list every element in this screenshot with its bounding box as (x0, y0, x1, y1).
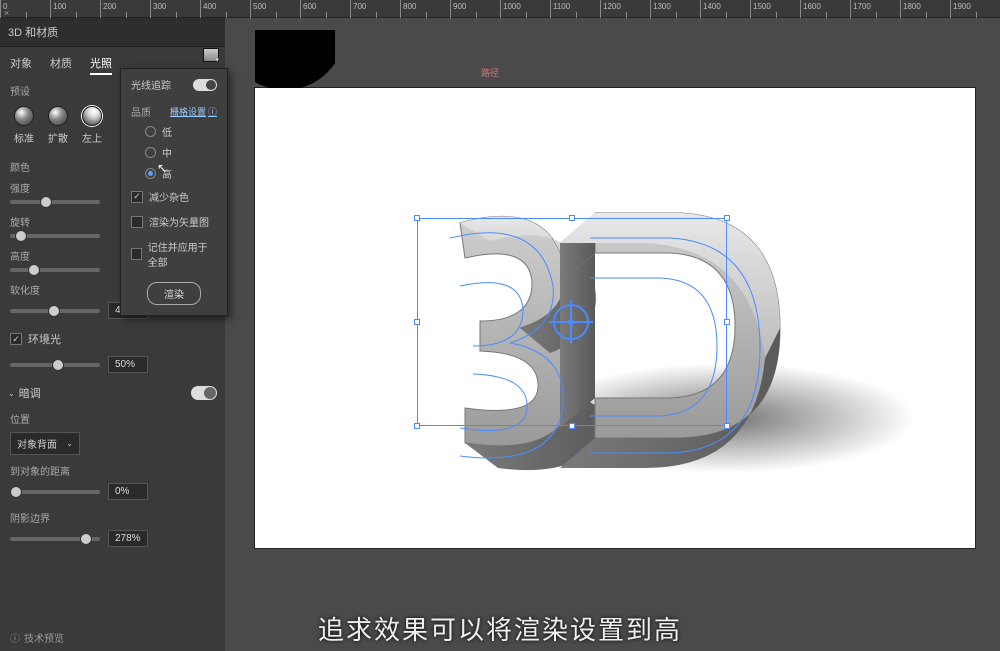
slider-rotation[interactable] (10, 234, 100, 238)
shadows-toggle[interactable] (191, 386, 217, 400)
position-dropdown[interactable]: 对象背面⌄ (10, 432, 80, 455)
render-settings-flyout: 光线追踪 品质栅格设置 ⓘ 低 中 高 ↖ 减少杂色 渲染为矢量图 记住并应用于… (120, 68, 228, 316)
preset-topleft[interactable]: 左上 (82, 106, 102, 145)
tab-object[interactable]: 对象 (10, 55, 32, 75)
handle-br[interactable] (724, 423, 730, 429)
quality-medium[interactable]: 中 (121, 142, 227, 163)
panel-menu-icon[interactable] (203, 48, 219, 62)
quality-low[interactable]: 低 (121, 121, 227, 142)
crescent-shape (255, 30, 335, 88)
value-ambient[interactable]: 50% (108, 356, 148, 373)
checkbox-render-vector[interactable] (131, 216, 143, 228)
close-icon[interactable]: × (4, 8, 9, 18)
label-ambient: 环境光 (28, 331, 61, 347)
handle-bl[interactable] (414, 423, 420, 429)
render-button[interactable]: 渲染 (147, 282, 201, 305)
rotate-widget[interactable] (553, 304, 589, 340)
label-raytracing: 光线追踪 (131, 77, 171, 92)
tab-material[interactable]: 材质 (50, 55, 72, 75)
path-label: 路径 (481, 66, 499, 79)
preset-standard[interactable]: 标准 (14, 106, 34, 145)
handle-tc[interactable] (569, 215, 575, 221)
checkbox-ambient[interactable] (10, 333, 22, 345)
grid-settings-link[interactable]: 栅格设置 ⓘ (170, 104, 217, 119)
tab-lighting[interactable]: 光照 (90, 55, 112, 75)
handle-tl[interactable] (414, 215, 420, 221)
checkbox-reduce-noise[interactable] (131, 191, 143, 203)
value-shadow[interactable]: 278% (108, 530, 148, 547)
video-subtitle: 追求效果可以将渲染设置到高 (0, 610, 1000, 647)
slider-intensity[interactable] (10, 200, 100, 204)
label-position: 位置 (0, 407, 225, 428)
handle-rc[interactable] (724, 319, 730, 325)
label-quality: 品质 (131, 104, 151, 119)
checkbox-remember-apply[interactable] (131, 248, 142, 260)
handle-tr[interactable] (724, 215, 730, 221)
slider-ambient[interactable] (10, 363, 100, 367)
label-distance: 到对象的距离 (0, 459, 225, 480)
horizontal-ruler: 0100200300400500600700800900100011001200… (0, 0, 1000, 18)
canvas[interactable]: 路径 (225, 18, 1000, 651)
shadows-header[interactable]: ⌄暗调 (0, 379, 225, 407)
value-distance[interactable]: 0% (108, 483, 148, 500)
handle-bc[interactable] (569, 423, 575, 429)
slider-distance[interactable] (10, 490, 100, 494)
preset-diffuse[interactable]: 扩散 (48, 106, 68, 145)
raytracing-toggle[interactable] (193, 79, 217, 91)
label-shadow-bounds: 阴影边界 (0, 506, 225, 527)
quality-high[interactable]: 高 (121, 163, 227, 184)
panel-title: 3D 和材质 (0, 18, 225, 47)
slider-height[interactable] (10, 268, 100, 272)
handle-lc[interactable] (414, 319, 420, 325)
slider-shadow[interactable] (10, 537, 100, 541)
artboard[interactable] (255, 88, 975, 548)
slider-softness[interactable] (10, 309, 100, 313)
